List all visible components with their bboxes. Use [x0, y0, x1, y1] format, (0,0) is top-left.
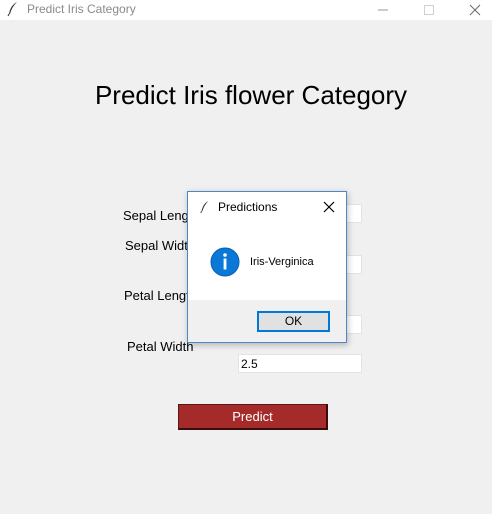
predictions-dialog: Predictions Iris-Verginica OK	[187, 191, 347, 343]
maximize-icon	[424, 5, 434, 15]
minimize-button[interactable]	[360, 0, 406, 20]
window-title: Predict Iris Category	[27, 2, 136, 16]
maximize-button[interactable]	[406, 0, 452, 20]
petal-width-input[interactable]: 2.5	[238, 354, 362, 373]
title-bar: Predict Iris Category	[0, 0, 492, 20]
minimize-icon	[378, 9, 388, 11]
prediction-message: Iris-Verginica	[250, 256, 314, 268]
info-icon	[210, 247, 240, 277]
dialog-title-bar: Predictions	[188, 192, 346, 222]
main-window: Predict Iris Category Predict Iris flowe…	[0, 0, 492, 514]
dialog-close-icon[interactable]	[320, 198, 338, 216]
page-title: Predict Iris flower Category	[94, 80, 408, 110]
feather-icon	[7, 2, 17, 17]
feather-icon	[200, 201, 209, 214]
dialog-footer: OK	[188, 300, 346, 342]
close-button[interactable]	[452, 0, 492, 20]
ok-button[interactable]: OK	[257, 311, 330, 332]
dialog-title: Predictions	[218, 200, 278, 214]
sepal-width-label: Sepal Width	[125, 238, 196, 253]
petal-width-label: Petal Width	[127, 339, 194, 354]
close-icon	[469, 4, 481, 16]
predict-button[interactable]: Predict	[178, 404, 328, 430]
